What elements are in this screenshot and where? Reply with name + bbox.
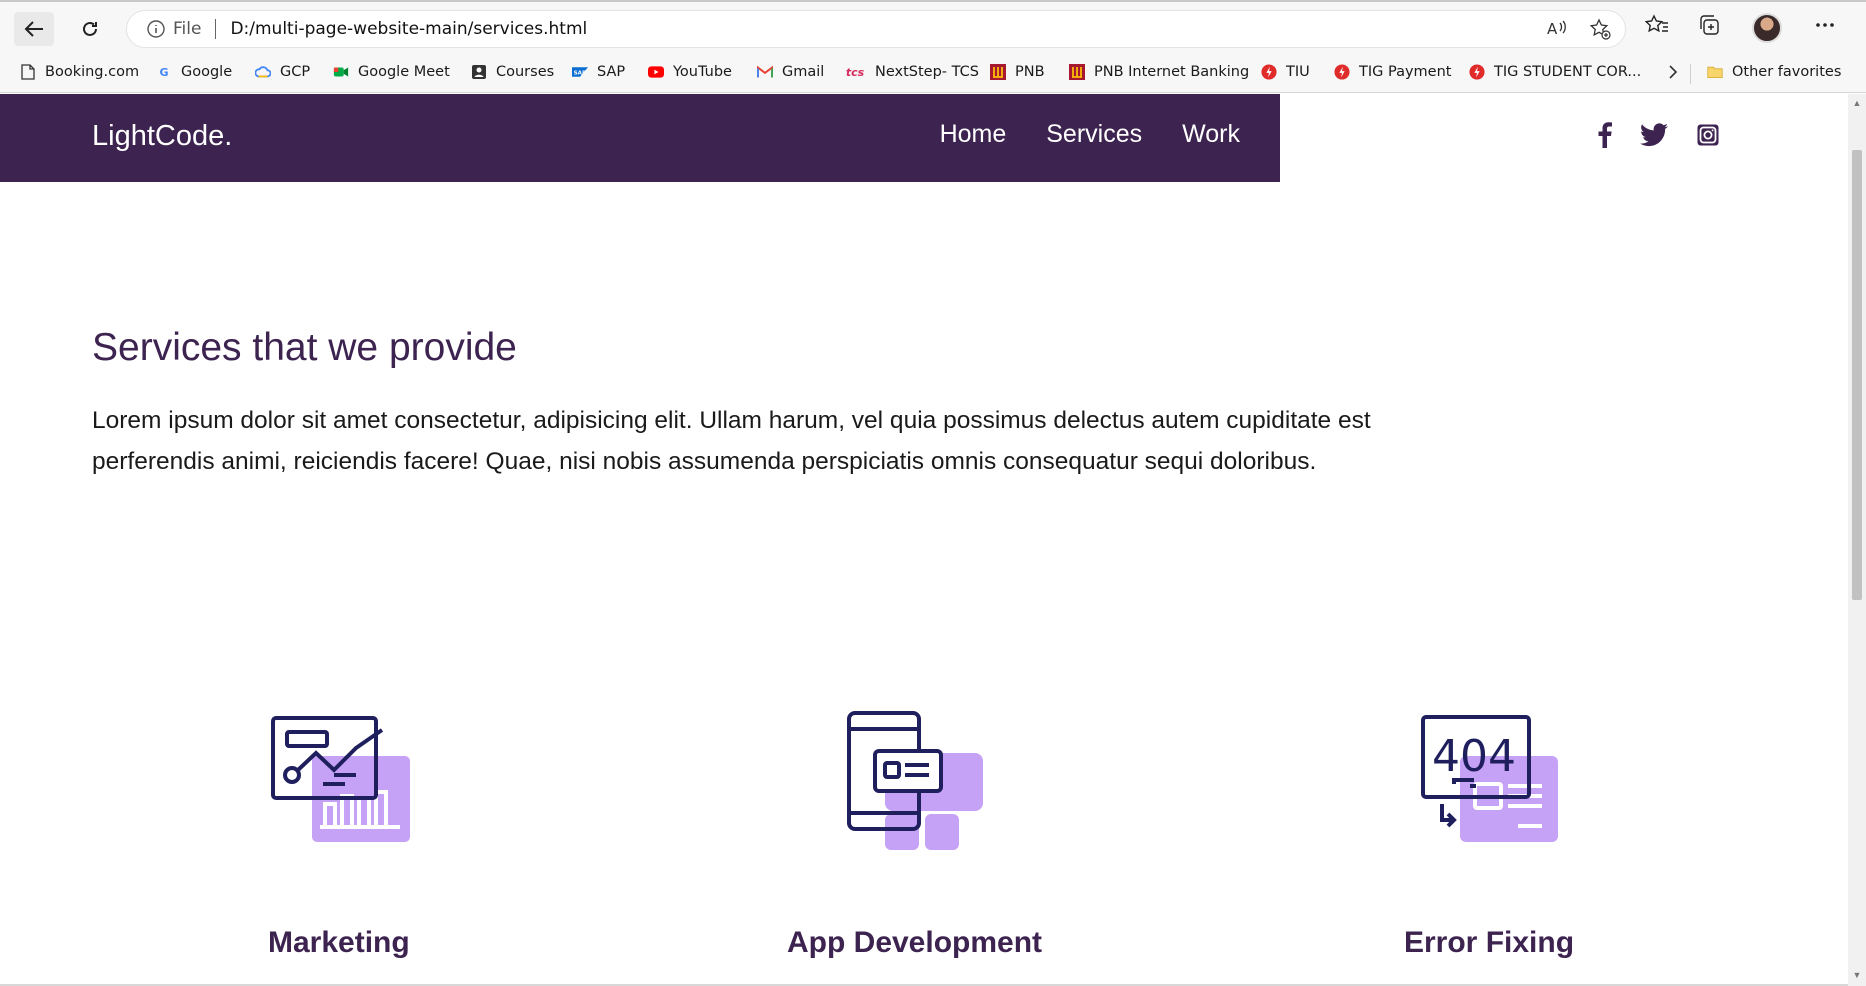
bookmark-label: PNB — [1015, 64, 1045, 80]
mobile-app-icon — [845, 709, 985, 856]
other-favorites-label: Other favorites — [1732, 64, 1842, 80]
meet-icon — [333, 64, 349, 80]
bookmark-label: Google Meet — [358, 64, 450, 80]
bookmark-label: Google — [181, 64, 233, 80]
reload-icon — [83, 21, 97, 36]
scroll-up-icon[interactable]: ▲ — [1852, 98, 1862, 108]
pnb-icon — [1069, 64, 1085, 80]
bookmark-label: TIU — [1286, 64, 1310, 80]
bookmark-sap[interactable]: SAP SAP — [572, 64, 625, 80]
collections-icon[interactable] — [1698, 14, 1722, 36]
read-aloud-icon[interactable]: A — [1545, 18, 1567, 44]
svg-text:SAP: SAP — [574, 70, 586, 76]
tiu-icon — [1261, 64, 1277, 80]
address-scheme-label: File — [173, 19, 202, 39]
bookmark-label: TIG Payment — [1359, 64, 1452, 80]
add-favorite-icon[interactable] — [1589, 18, 1611, 44]
reload-button[interactable] — [70, 12, 110, 46]
scroll-down-icon[interactable]: ▼ — [1852, 970, 1862, 980]
error-404-icon: 404 — [1420, 714, 1564, 853]
bookmark-label: SAP — [597, 64, 626, 80]
services-title: Services that we provide — [92, 326, 517, 369]
bookmark-label: Gmail — [782, 64, 825, 80]
bookmark-google-meet[interactable]: Google Meet — [333, 64, 450, 80]
page-viewport: LightCode. Home Services Work Services t… — [0, 94, 1848, 986]
site-logo[interactable]: LightCode. — [92, 120, 232, 153]
scroll-thumb[interactable] — [1852, 150, 1862, 600]
courses-icon — [471, 64, 487, 80]
bookmark-label: TIG STUDENT COR... — [1494, 64, 1642, 80]
main-nav: Home Services Work — [940, 120, 1240, 149]
gmail-icon — [757, 64, 773, 80]
facebook-icon[interactable] — [1598, 122, 1612, 148]
services-description: Lorem ipsum dolor sit amet consectetur, … — [92, 400, 1492, 482]
bookmark-tiu[interactable]: TIU — [1261, 64, 1310, 80]
tcs-icon: tcs — [845, 65, 865, 79]
bookmark-label: NextStep- TCS — [875, 64, 979, 80]
marketing-chart-icon — [270, 714, 414, 853]
settings-more-icon[interactable] — [1814, 14, 1836, 36]
svg-text:404: 404 — [1432, 731, 1516, 782]
back-button[interactable] — [14, 12, 54, 46]
tiu-icon — [1469, 64, 1485, 80]
page-icon — [20, 64, 36, 80]
nav-services[interactable]: Services — [1046, 120, 1142, 149]
bookmark-youtube[interactable]: YouTube — [648, 64, 732, 80]
avatar[interactable] — [1752, 13, 1782, 43]
bookmark-label: GCP — [280, 64, 311, 80]
social-links — [1598, 122, 1720, 148]
other-favorites-folder[interactable]: Other favorites — [1707, 64, 1841, 80]
site-header: LightCode. Home Services Work — [0, 94, 1280, 182]
gcp-icon — [255, 64, 271, 80]
service-title-error-fixing: Error Fixing — [1404, 926, 1575, 959]
bookmark-gcp[interactable]: GCP — [255, 64, 310, 80]
bookmark-label: YouTube — [673, 64, 732, 80]
bookmark-pnb[interactable]: PNB — [990, 64, 1045, 80]
bookmark-tig-student-corner[interactable]: TIG STUDENT COR... — [1469, 64, 1641, 80]
pnb-icon — [990, 64, 1006, 80]
favorites-icon[interactable] — [1645, 14, 1669, 36]
bookmark-label: PNB Internet Banking — [1094, 64, 1250, 80]
bookmark-label: Booking.com — [45, 64, 140, 80]
tiu-icon — [1334, 64, 1350, 80]
svg-text:A: A — [1547, 20, 1558, 38]
services-description-line1: Lorem ipsum dolor sit amet consectetur, … — [92, 407, 1371, 434]
services-description-line2: perferendis animi, reiciendis facere! Qu… — [92, 448, 1317, 475]
service-title-marketing: Marketing — [268, 926, 410, 959]
site-info-icon[interactable] — [147, 20, 165, 38]
back-arrow-icon — [24, 21, 43, 37]
address-bar[interactable]: File D:/multi-page-website-main/services… — [126, 10, 1626, 48]
bookmark-divider — [1690, 64, 1691, 84]
browser-toolbar: File D:/multi-page-website-main/services… — [0, 0, 1866, 55]
page-scrollbar[interactable]: ▲ ▼ — [1848, 94, 1866, 986]
chevron-right-icon — [1667, 64, 1679, 84]
bookmarks-bar: Booking.com G Google GCP Google Meet Cou… — [0, 55, 1866, 93]
bookmark-tig-payment[interactable]: TIG Payment — [1334, 64, 1451, 80]
bookmark-booking[interactable]: Booking.com — [20, 64, 139, 80]
bookmark-pnb-internet-banking[interactable]: PNB Internet Banking — [1069, 64, 1249, 80]
twitter-icon[interactable] — [1640, 123, 1668, 147]
folder-icon — [1707, 64, 1723, 80]
address-url[interactable]: D:/multi-page-website-main/services.html — [230, 19, 587, 39]
youtube-icon — [648, 64, 664, 80]
sap-icon: SAP — [572, 64, 588, 80]
bookmark-label: Courses — [496, 64, 555, 80]
profile-avatar[interactable] — [1752, 13, 1782, 43]
address-separator — [215, 19, 217, 39]
google-icon: G — [159, 65, 169, 79]
service-title-app-development: App Development — [787, 926, 1043, 959]
instagram-icon[interactable] — [1696, 123, 1720, 147]
bookmark-nextstep-tcs[interactable]: tcs NextStep- TCS — [844, 64, 979, 80]
bookmark-courses[interactable]: Courses — [471, 64, 554, 80]
nav-home[interactable]: Home — [940, 120, 1007, 149]
bookmark-gmail[interactable]: Gmail — [757, 64, 824, 80]
bookmark-google[interactable]: G Google — [156, 64, 232, 80]
more-bookmarks-button[interactable] — [1667, 64, 1679, 84]
nav-work[interactable]: Work — [1182, 120, 1240, 149]
